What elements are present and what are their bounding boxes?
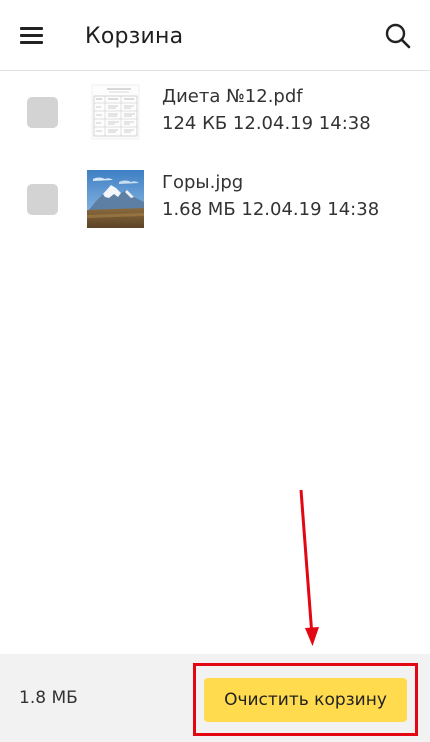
trash-total-size: 1.8 МБ bbox=[19, 688, 78, 708]
search-icon[interactable] bbox=[384, 22, 412, 50]
list-item[interactable]: Диета №12.pdf 124 КБ 12.04.19 14:38 bbox=[0, 71, 430, 157]
list-item[interactable]: Горы.jpg 1.68 МБ 12.04.19 14:38 bbox=[0, 157, 430, 243]
file-name: Диета №12.pdf bbox=[162, 86, 303, 107]
select-checkbox[interactable] bbox=[27, 184, 58, 215]
file-name: Горы.jpg bbox=[162, 172, 244, 193]
file-meta: 1.68 МБ 12.04.19 14:38 bbox=[162, 199, 380, 220]
page-title: Корзина bbox=[85, 24, 184, 49]
file-meta: 124 КБ 12.04.19 14:38 bbox=[162, 113, 371, 134]
bottom-bar: 1.8 МБ Очистить корзину bbox=[0, 654, 430, 742]
select-checkbox[interactable] bbox=[27, 97, 58, 128]
mountain-photo-thumbnail bbox=[87, 170, 144, 228]
app-bar: Корзина bbox=[0, 0, 430, 71]
pdf-document-thumbnail bbox=[87, 83, 144, 141]
hamburger-menu-icon[interactable] bbox=[20, 27, 44, 45]
clear-trash-button[interactable]: Очистить корзину bbox=[204, 678, 407, 722]
